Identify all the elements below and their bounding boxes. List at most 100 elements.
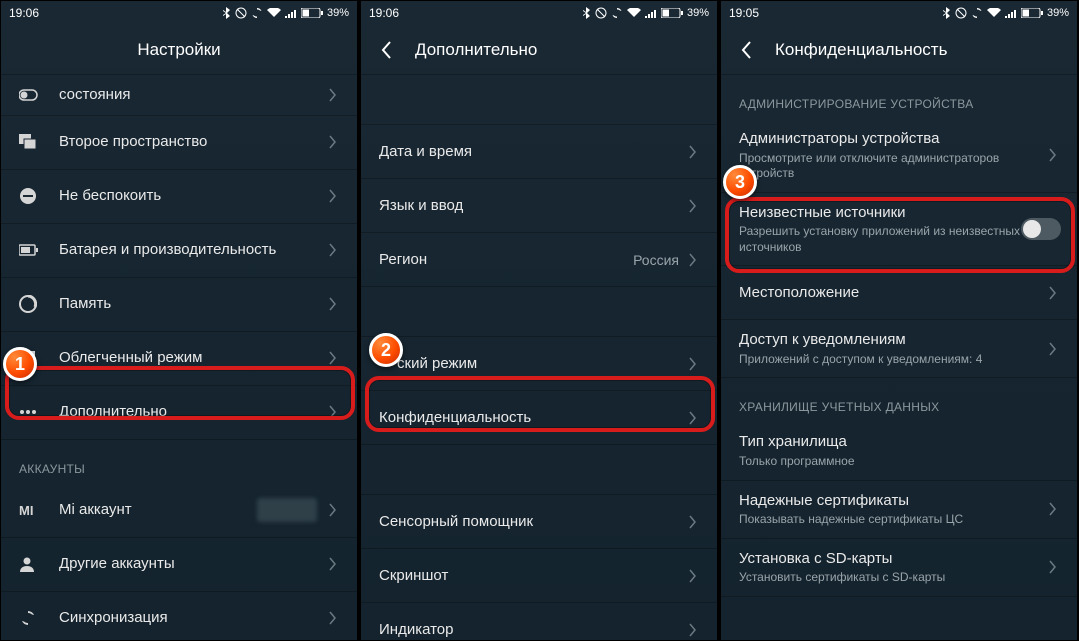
row-label: Скриншот [379,566,685,586]
wifi-icon [987,8,1001,18]
row-label: ский режим [379,354,685,374]
blurred-content [257,498,317,522]
battery-percent: 39% [327,7,349,19]
row-indicator[interactable]: Индикатор [361,603,717,641]
sync-row-icon [19,609,37,627]
header: Конфиденциальность [721,25,1077,75]
screen-settings: 19:06 39% Настройки состояния Второе про… [0,0,358,641]
row-sub: Просмотрите или отключите администраторо… [739,151,1045,182]
battery-percent: 39% [1047,7,1069,19]
screen-privacy: 19:05 39% Конфиденциальность АДМИНИСТРИР… [720,0,1078,641]
row-memory[interactable]: Память [1,278,357,332]
row-sub: Приложений с доступом к уведомлениям: 4 [739,352,1045,368]
chevron-right-icon [689,623,697,637]
battery-icon [301,8,323,18]
status-indicators: 39% [582,7,709,19]
step-badge-1: 1 [3,347,37,381]
status-indicators: 39% [942,7,1069,19]
row-lite-mode[interactable]: Облегченный режим [1,332,357,386]
row-label: Регион [379,250,633,270]
row-battery-perf[interactable]: Батарея и производительность [1,224,357,278]
chevron-right-icon [1049,148,1057,162]
battery-icon [1021,8,1043,18]
row-additional[interactable]: Дополнительно [1,386,357,440]
back-button[interactable] [375,39,397,61]
battery-percent: 39% [687,7,709,19]
row-label: Дата и время [379,142,685,162]
back-button[interactable] [735,39,757,61]
row-sensor-assistant[interactable]: Сенсорный помощник [361,495,717,549]
row-label: Другие аккаунты [59,554,325,574]
row-storage-type[interactable]: Тип хранилища Только программное [721,422,1077,480]
chevron-right-icon [329,503,337,517]
alarm-off-icon [235,7,247,19]
bluetooth-icon [222,7,231,19]
chevron-right-icon [1049,502,1057,516]
row-location[interactable]: Местоположение [721,266,1077,320]
chevron-left-icon [381,41,391,59]
row-label: Дополнительно [59,402,325,422]
row-mode-partial[interactable]: ский режим [361,337,717,391]
chevron-right-icon [329,405,337,419]
row-label: Неизвестные источники [739,203,1021,223]
chevron-left-icon [741,41,751,59]
chevron-right-icon [329,611,337,625]
row-label: Сенсорный помощник [379,512,685,532]
screen-additional: 19:06 39% Дополнительно Дата и время Язы… [360,0,718,641]
row-label: Индикатор [379,620,685,640]
wifi-icon [267,8,281,18]
chevron-right-icon [329,135,337,149]
alarm-off-icon [955,7,967,19]
wifi-icon [627,8,641,18]
row-label: Синхронизация [59,608,325,628]
row-label: Второе пространство [59,132,325,152]
header: Дополнительно [361,25,717,75]
section-header-accounts: АККАУНТЫ [1,440,357,484]
row-label: состояния [59,85,325,105]
row-dnd[interactable]: Не беспокоить [1,170,357,224]
row-other-accounts[interactable]: Другие аккаунты [1,538,357,592]
status-time: 19:06 [369,6,399,20]
row-unknown-sources[interactable]: Неизвестные источники Разрешить установк… [721,193,1077,267]
section-header-creds: ХРАНИЛИЩЕ УЧЕТНЫХ ДАННЫХ [721,378,1077,422]
dnd-icon [19,187,37,205]
chevron-right-icon [1049,286,1057,300]
row-lang-input[interactable]: Язык и ввод [361,179,717,233]
row-trusted-certs[interactable]: Надежные сертификаты Показывать надежные… [721,481,1077,539]
row-sub: Разрешить установку приложений из неизве… [739,224,1021,255]
page-title: Дополнительно [415,40,537,60]
sync-icon [971,7,983,19]
row-privacy[interactable]: Конфиденциальность [361,391,717,445]
top-spacer [361,75,717,125]
chevron-right-icon [689,411,697,425]
settings-list: состояния Второе пространство Не беспоко… [1,75,357,641]
status-time: 19:06 [9,6,39,20]
row-sync[interactable]: Синхронизация [1,592,357,641]
row-screenshot[interactable]: Скриншот [361,549,717,603]
mi-logo-icon: MI [19,503,33,518]
row-label: Тип хранилища [739,432,1061,452]
row-install-sd[interactable]: Установка с SD-карты Установить сертифик… [721,539,1077,597]
header: Настройки [1,25,357,75]
chevron-right-icon [329,351,337,365]
row-region[interactable]: Регион Россия [361,233,717,287]
chevron-right-icon [1049,560,1057,574]
page-title: Конфиденциальность [775,40,947,60]
row-label: Установка с SD-карты [739,549,1045,569]
row-label: Память [59,294,325,314]
row-date-time[interactable]: Дата и время [361,125,717,179]
row-sub: Только программное [739,454,1061,470]
battery-perf-icon [19,244,39,256]
additional-list: Дата и время Язык и ввод Регион Россия с… [361,75,717,641]
row-notification-access[interactable]: Доступ к уведомлениям Приложений с досту… [721,320,1077,378]
battery-icon [661,8,683,18]
signal-icon [285,8,297,18]
row-status-bar-partial[interactable]: состояния [1,75,357,116]
spacer-3 [361,445,717,495]
row-second-space[interactable]: Второе пространство [1,116,357,170]
status-bar: 19:06 39% [1,1,357,25]
row-mi-account[interactable]: MI Mi аккаунт [1,484,357,538]
row-device-admins[interactable]: Администраторы устройства Просмотрите ил… [721,119,1077,193]
chevron-right-icon [329,88,337,102]
unknown-sources-toggle[interactable] [1021,218,1061,240]
